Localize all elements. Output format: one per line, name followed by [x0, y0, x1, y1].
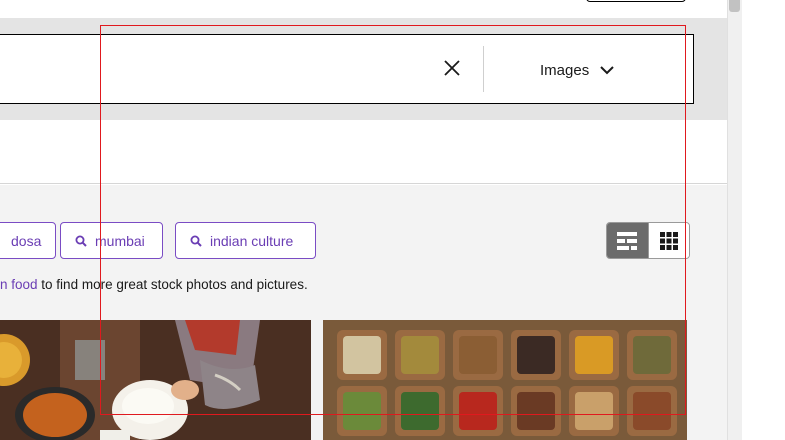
mosaic-view-icon: [617, 231, 638, 250]
search-hint: n food to find more great stock photos a…: [0, 277, 308, 292]
view-toggle: [606, 222, 690, 259]
search-hint-text: to find more great stock photos and pict…: [37, 277, 308, 292]
related-search-label: mumbai: [95, 232, 145, 249]
related-search-chip-dosa[interactable]: dosa: [0, 222, 57, 259]
top-strip: [0, 0, 727, 18]
header-button[interactable]: [586, 0, 686, 2]
media-type-dropdown[interactable]: Images: [540, 56, 615, 84]
search-icon: [75, 235, 87, 247]
chevron-down-icon: [600, 66, 614, 75]
indian-food-photo: [0, 320, 311, 440]
search-divider: [483, 46, 484, 92]
search-results-page: Images dosa mumbai indian culture n food…: [0, 0, 785, 440]
close-icon: [444, 60, 460, 76]
related-search-label: dosa: [11, 232, 42, 249]
grid-view-button[interactable]: [647, 223, 689, 258]
search-hint-link[interactable]: n food: [0, 277, 38, 292]
search-icon: [190, 235, 202, 247]
filter-bar: [0, 120, 727, 184]
related-search-chip-mumbai[interactable]: mumbai: [60, 222, 163, 259]
related-search-chip-indian-culture[interactable]: indian culture: [175, 222, 316, 259]
grid-view-icon: [659, 231, 678, 250]
result-image[interactable]: [0, 320, 311, 440]
mosaic-view-button[interactable]: [607, 223, 648, 258]
media-type-label: Images: [540, 61, 590, 79]
page-scrollbar[interactable]: [727, 0, 742, 440]
scrollbar-thumb[interactable]: [729, 0, 740, 12]
clear-search-button[interactable]: [440, 56, 464, 80]
spices-photo: [323, 320, 687, 440]
related-search-label: indian culture: [210, 232, 294, 249]
result-image[interactable]: [323, 320, 687, 440]
